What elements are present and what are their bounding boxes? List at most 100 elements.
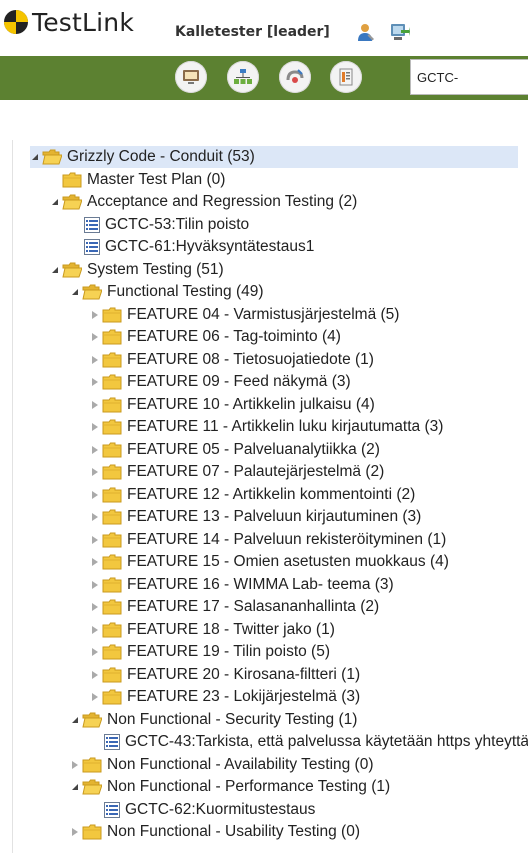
tree-node-label: GCTC-61:Hyväksyntätestaus1 (105, 238, 315, 255)
test-specification-button[interactable] (227, 61, 259, 93)
expanded-arrow-icon[interactable] (70, 776, 80, 798)
folder-icon (102, 329, 122, 345)
tree-folder[interactable]: FEATURE 05 - Palveluanalytiikka (2) (90, 439, 380, 461)
folder-open-icon (82, 712, 103, 728)
app-name: TestLink (32, 7, 135, 37)
collapsed-arrow-icon[interactable] (90, 439, 100, 461)
tree-node-label: Grizzly Code - Conduit (53) (67, 148, 255, 165)
tree-node-label: FEATURE 13 - Palveluun kirjautuminen (3) (127, 508, 422, 525)
logout-icon[interactable] (388, 22, 410, 42)
tree-folder[interactable]: FEATURE 06 - Tag-toiminto (4) (90, 326, 341, 348)
tree-folder[interactable]: FEATURE 07 - Palautejärjestelmä (2) (90, 461, 384, 483)
collapsed-arrow-icon[interactable] (90, 506, 100, 528)
tree-testcase[interactable]: GCTC-61:Hyväksyntätestaus1 (70, 236, 314, 258)
collapsed-arrow-icon[interactable] (90, 371, 100, 393)
tree-node-label: Non Functional - Security Testing (1) (107, 710, 358, 728)
collapsed-arrow-icon[interactable] (90, 641, 100, 663)
tree-folder[interactable]: FEATURE 04 - Varmistusjärjestelmä (5) (90, 304, 399, 326)
collapsed-arrow-icon[interactable] (90, 551, 100, 573)
folder-icon (102, 599, 122, 615)
tree-folder[interactable]: FEATURE 08 - Tietosuojatiedote (1) (90, 349, 374, 371)
desktop-button[interactable] (175, 61, 207, 93)
testlink-logo-icon (4, 10, 28, 34)
tree-node-label: GCTC-62:Kuormitustestaus (125, 800, 316, 818)
search-input[interactable] (410, 59, 528, 95)
tree-folder[interactable]: Acceptance and Regression Testing (2) (50, 191, 357, 213)
user-name: Kalletester [leader] (175, 24, 330, 40)
tree-testcase[interactable]: GCTC-62:Kuormitustestaus (90, 799, 315, 821)
tree-node-label: FEATURE 18 - Twitter jako (1) (127, 620, 335, 638)
tree-node-label: FEATURE 17 - Salasananhallinta (2) (127, 598, 380, 615)
tree-folder[interactable]: Non Functional - Availability Testing (0… (70, 754, 374, 776)
folder-icon (102, 352, 122, 368)
tree-testcase[interactable]: GCTC-53:Tilin poisto (70, 214, 249, 236)
collapsed-arrow-icon[interactable] (90, 416, 100, 438)
collapsed-arrow-icon[interactable] (90, 596, 100, 618)
folder-icon (102, 397, 122, 413)
tree-node-label: FEATURE 09 - Feed näkymä (3) (127, 373, 351, 390)
tree-folder[interactable]: Master Test Plan (0) (50, 169, 225, 191)
tree-folder[interactable]: FEATURE 12 - Artikkelin kommentointi (2) (90, 484, 415, 506)
collapsed-arrow-icon[interactable] (70, 754, 80, 776)
collapsed-arrow-icon[interactable] (90, 304, 100, 326)
expanded-arrow-icon[interactable] (70, 281, 80, 303)
tree-folder[interactable]: FEATURE 18 - Twitter jako (1) (90, 619, 335, 641)
tree-folder[interactable]: Non Functional - Usability Testing (0) (70, 821, 360, 843)
tree-node-label: FEATURE 05 - Palveluanalytiikka (2) (127, 440, 380, 458)
folder-icon (102, 577, 122, 593)
reports-button[interactable] (330, 61, 362, 93)
tree-node-label: FEATURE 11 - Artikkelin luku kirjautumat… (127, 418, 444, 435)
tree-folder[interactable]: Grizzly Code - Conduit (53) (30, 146, 518, 168)
tree-node-label: FEATURE 19 - Tilin poisto (5) (127, 643, 330, 660)
folder-icon (102, 487, 122, 503)
expanded-arrow-icon[interactable] (30, 146, 40, 168)
collapsed-arrow-icon[interactable] (90, 326, 100, 348)
tree-node-label: FEATURE 14 - Palveluun rekisteröityminen… (127, 530, 447, 548)
folder-icon (102, 644, 122, 660)
navigation-bar (0, 56, 528, 100)
collapsed-arrow-icon[interactable] (90, 574, 100, 596)
tree-folder[interactable]: FEATURE 15 - Omien asetusten muokkaus (4… (90, 551, 449, 573)
folder-open-icon (82, 284, 103, 300)
user-settings-icon[interactable] (356, 22, 376, 42)
expanded-arrow-icon[interactable] (70, 709, 80, 731)
tree-node-label: Non Functional - Usability Testing (0) (107, 823, 360, 840)
sitemap-icon (234, 69, 252, 84)
collapsed-arrow-icon[interactable] (90, 529, 100, 551)
tree-panel-border (12, 140, 13, 853)
tree-folder[interactable]: FEATURE 11 - Artikkelin luku kirjautumat… (90, 416, 443, 438)
collapsed-arrow-icon[interactable] (90, 349, 100, 371)
expanded-arrow-icon[interactable] (50, 259, 60, 281)
testcase-icon (84, 239, 100, 255)
tree-folder[interactable]: FEATURE 14 - Palveluun rekisteröityminen… (90, 529, 446, 551)
tree-folder[interactable]: FEATURE 16 - WIMMA Lab- teema (3) (90, 574, 394, 596)
tree-folder[interactable]: FEATURE 19 - Tilin poisto (5) (90, 641, 330, 663)
testlink-logo[interactable]: TestLink (3, 6, 134, 38)
tree-node-label: Acceptance and Regression Testing (2) (87, 193, 358, 210)
collapsed-arrow-icon[interactable] (90, 394, 100, 416)
expanded-arrow-icon[interactable] (50, 191, 60, 213)
tree-node-label: FEATURE 07 - Palautejärjestelmä (2) (127, 463, 385, 480)
tree-folder[interactable]: FEATURE 13 - Palveluun kirjautuminen (3) (90, 506, 421, 528)
tree-folder[interactable]: Non Functional - Performance Testing (1) (70, 776, 390, 798)
tree-folder[interactable]: Non Functional - Security Testing (1) (70, 709, 357, 731)
collapsed-arrow-icon[interactable] (70, 821, 80, 843)
tree-testcase[interactable]: GCTC-43:Tarkista, että palvelussa käytet… (90, 731, 528, 753)
tree-folder[interactable]: FEATURE 20 - Kirosana-filtteri (1) (90, 664, 360, 686)
folder-icon (102, 419, 122, 435)
test-execution-button[interactable] (279, 61, 311, 93)
tree-folder[interactable]: System Testing (51) (50, 259, 224, 281)
folder-icon (102, 464, 122, 480)
collapsed-arrow-icon[interactable] (90, 664, 100, 686)
collapsed-arrow-icon[interactable] (90, 686, 100, 708)
tree-folder[interactable]: Functional Testing (49) (70, 281, 264, 303)
tree-folder[interactable]: FEATURE 17 - Salasananhallinta (2) (90, 596, 379, 618)
tree-node-label: FEATURE 20 - Kirosana-filtteri (1) (127, 665, 361, 683)
collapsed-arrow-icon[interactable] (90, 619, 100, 641)
tree-folder[interactable]: FEATURE 09 - Feed näkymä (3) (90, 371, 351, 393)
collapsed-arrow-icon[interactable] (90, 484, 100, 506)
tree-folder[interactable]: FEATURE 23 - Lokijärjestelmä (3) (90, 686, 360, 708)
tree-folder[interactable]: FEATURE 10 - Artikkelin julkaisu (4) (90, 394, 375, 416)
folder-icon (102, 667, 122, 683)
collapsed-arrow-icon[interactable] (90, 461, 100, 483)
